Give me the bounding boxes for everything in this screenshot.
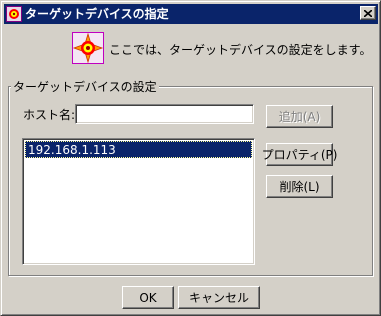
device-list[interactable]: 192.168.1.113 xyxy=(22,138,255,265)
window-title: ターゲットデバイスの指定 xyxy=(25,7,169,21)
list-item[interactable]: 192.168.1.113 xyxy=(25,141,252,158)
host-name-label: ホスト名: xyxy=(23,108,76,122)
add-button[interactable]: 追加(A) xyxy=(266,105,333,128)
target-device-icon xyxy=(72,32,104,64)
close-button[interactable] xyxy=(360,6,376,20)
header-description: ここでは、ターゲットデバイスの設定をします。 xyxy=(109,43,372,57)
title-bar[interactable]: ターゲットデバイスの指定 xyxy=(4,4,378,24)
dialog-window: ターゲットデバイスの指定 ここでは、ターゲットデバイスの設定をします。 ターゲッ… xyxy=(0,0,381,316)
close-icon xyxy=(364,9,372,17)
delete-button[interactable]: 削除(L) xyxy=(266,175,333,198)
ok-button[interactable]: OK xyxy=(122,286,174,309)
properties-button[interactable]: プロパティ(P) xyxy=(262,143,337,166)
cancel-button[interactable]: キャンセル xyxy=(178,286,260,309)
app-icon xyxy=(6,6,22,22)
host-name-input[interactable] xyxy=(75,104,254,124)
group-label: ターゲットデバイスの設定 xyxy=(11,78,159,95)
